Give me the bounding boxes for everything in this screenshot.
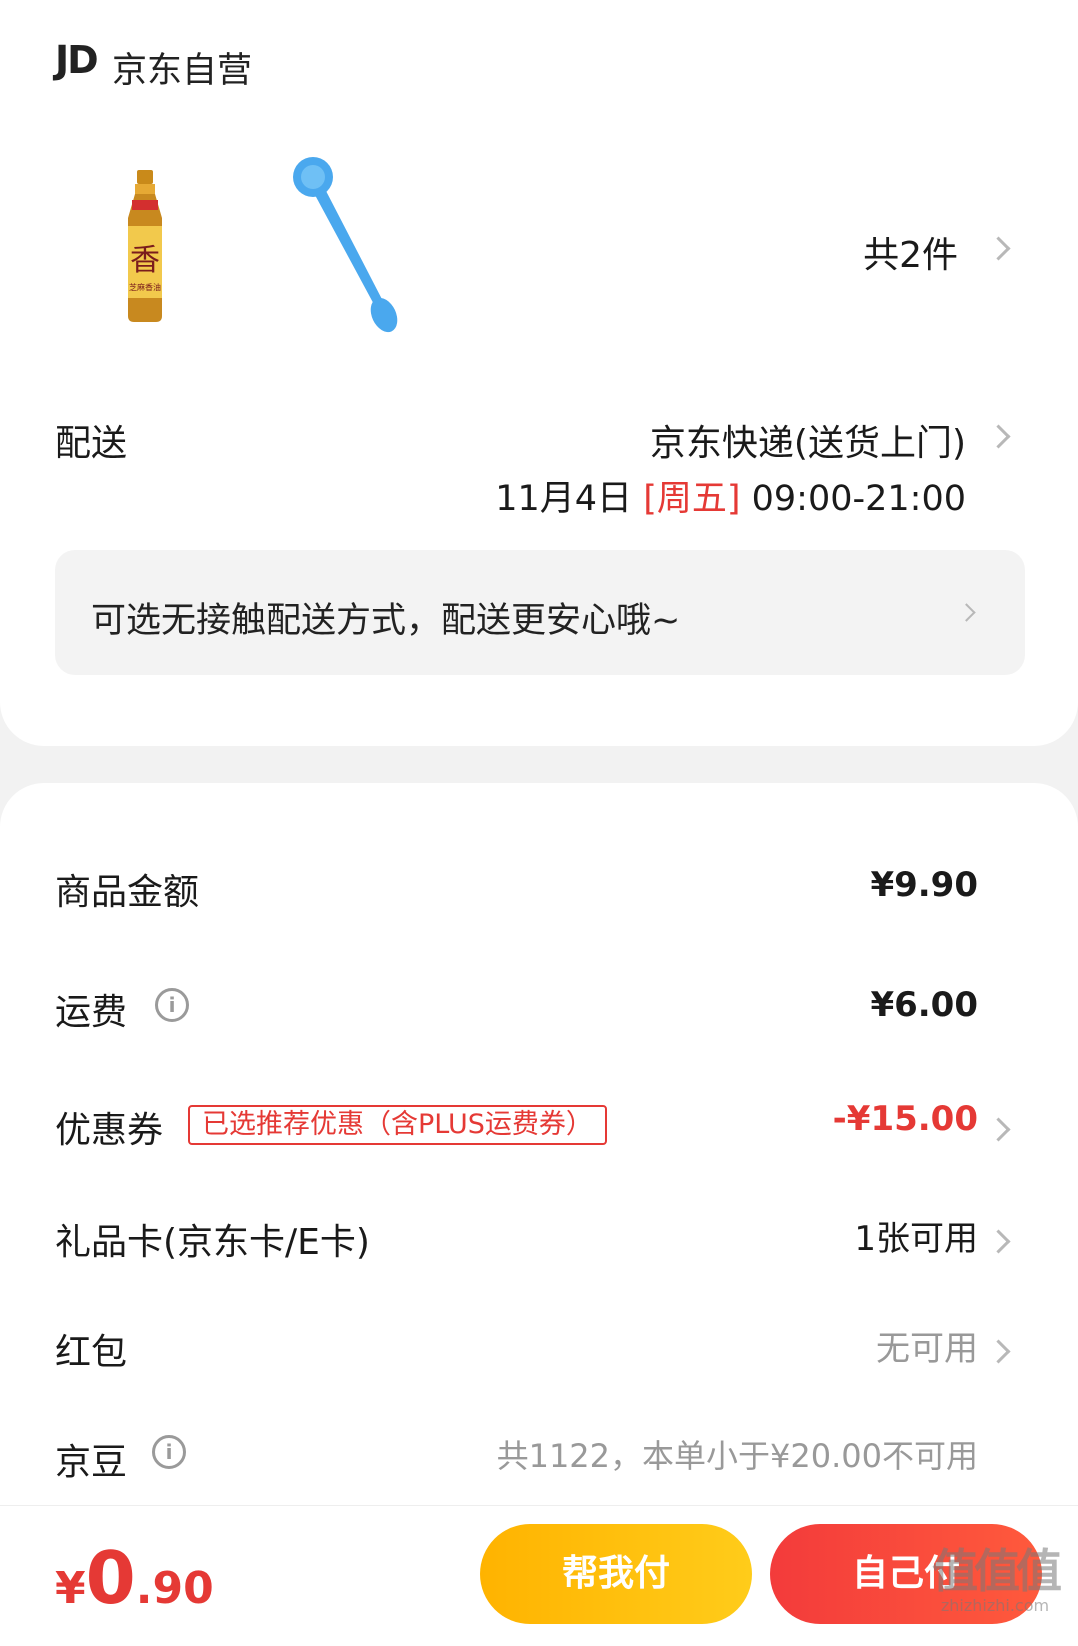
chevron-right-icon bbox=[957, 603, 976, 622]
delivery-time[interactable]: 11月4日 [周五] 09:00-21:00 bbox=[495, 470, 966, 521]
total-decimal: .90 bbox=[135, 1563, 214, 1614]
items-count[interactable]: 共2件 bbox=[863, 226, 958, 278]
gift-card-label: 礼品卡(京东卡/E卡) bbox=[55, 1222, 370, 1263]
site-watermark: 值值值 zhizhizhi.com bbox=[920, 1545, 1070, 1615]
watermark-url: zhizhizhi.com bbox=[940, 1596, 1050, 1615]
checkout-bar: ¥0.90 帮我付 自己付 bbox=[0, 1505, 1078, 1646]
coupon-value[interactable]: -¥15.00 bbox=[833, 1099, 978, 1139]
chevron-right-icon bbox=[986, 1339, 1011, 1364]
total-integer: 0 bbox=[85, 1536, 136, 1620]
delivery-method[interactable]: 京东快递(送货上门) bbox=[650, 414, 966, 466]
contactless-delivery-text: 可选无接触配送方式，配送更安心哦~ bbox=[91, 601, 681, 641]
delivery-time-window: 09:00-21:00 bbox=[751, 479, 966, 519]
store-name: 京东自营 bbox=[112, 51, 253, 91]
info-icon[interactable]: i bbox=[155, 988, 189, 1022]
coupon-label: 优惠券 bbox=[55, 1110, 164, 1151]
coupon-recommendation-badge[interactable]: 已选推荐优惠（含PLUS运费券） bbox=[188, 1105, 607, 1145]
gift-card-value[interactable]: 1张可用 bbox=[854, 1211, 978, 1260]
total-currency: ¥ bbox=[55, 1563, 86, 1614]
delivery-weekday: [周五] bbox=[643, 479, 741, 519]
chevron-right-icon bbox=[986, 1117, 1011, 1142]
contactless-delivery-option[interactable]: 可选无接触配送方式，配送更安心哦~ bbox=[55, 550, 1025, 675]
help-pay-button[interactable]: 帮我付 bbox=[480, 1524, 752, 1624]
chevron-right-icon bbox=[986, 236, 1011, 261]
product-image-sesame-oil[interactable]: 香 芝麻香油 bbox=[120, 170, 170, 322]
jd-logo-icon: JD bbox=[55, 38, 99, 82]
watermark-logo: 值值值 bbox=[932, 1544, 1062, 1598]
red-packet-label: 红包 bbox=[55, 1332, 128, 1373]
price-summary-card: 商品金额 ¥9.90 运费 i ¥6.00 优惠券 -¥15.00 礼品卡(京东… bbox=[0, 783, 1078, 1523]
product-1-label: 香 bbox=[130, 243, 160, 278]
chevron-right-icon bbox=[986, 424, 1011, 449]
shipping-value: ¥6.00 bbox=[870, 985, 978, 1025]
jd-beans-label: 京豆 bbox=[55, 1442, 128, 1483]
product-1-sublabel: 芝麻香油 bbox=[129, 282, 161, 292]
shipping-label: 运费 bbox=[55, 992, 128, 1033]
info-icon[interactable]: i bbox=[152, 1435, 186, 1469]
product-image-scoop[interactable] bbox=[285, 155, 415, 335]
chevron-right-icon bbox=[986, 1229, 1011, 1254]
goods-amount-value: ¥9.90 bbox=[870, 865, 978, 905]
jd-beans-value: 共1122，本单小于¥20.00不可用 bbox=[496, 1437, 978, 1475]
order-info-card: JD 京东自营 香 芝麻香油 共2件 配送 京东快递(送货上门) 11月4日 [… bbox=[0, 0, 1078, 746]
total-price: ¥0.90 bbox=[55, 1536, 214, 1620]
red-packet-value[interactable]: 无可用 bbox=[876, 1321, 978, 1370]
delivery-label: 配送 bbox=[55, 423, 128, 464]
delivery-date: 11月4日 bbox=[495, 479, 633, 519]
goods-amount-label: 商品金额 bbox=[55, 872, 200, 913]
